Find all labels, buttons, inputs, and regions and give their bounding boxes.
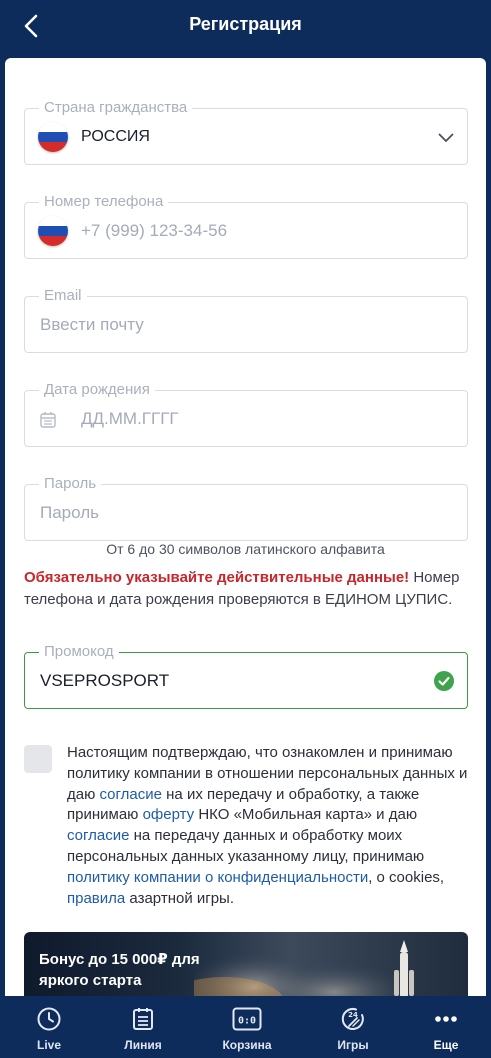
nav-item-live[interactable]: Live (0, 996, 98, 1058)
phone-label: Номер телефона (39, 192, 169, 212)
nav-label-more: Еще (433, 1038, 459, 1052)
rules-link[interactable]: правила (67, 890, 125, 907)
games-24-7-icon: 24 (341, 1008, 364, 1030)
consent-link[interactable]: согласие (100, 786, 162, 803)
consent-text: Настоящим подтверждаю, что ознакомлен и … (67, 743, 477, 909)
password-field[interactable]: Пароль Пароль (24, 474, 468, 541)
scoreboard-icon: 0:0 (232, 1007, 262, 1031)
consent-checkbox[interactable] (24, 745, 52, 773)
nav-item-more[interactable]: Еще (397, 996, 491, 1058)
nav-item-cart[interactable]: 0:0 Корзина (198, 996, 296, 1058)
password-placeholder: Пароль (40, 503, 99, 522)
birthdate-label: Дата рождения (39, 380, 155, 400)
privacy-policy-link[interactable]: политику компании о конфиденциальности (67, 869, 368, 886)
russia-flag-icon (38, 122, 68, 152)
password-label: Пароль (39, 474, 102, 494)
page-title: Регистрация (189, 14, 302, 34)
clock-icon (37, 1007, 61, 1031)
consent-part: НКО «Мобильная карта» и даю (194, 806, 418, 824)
email-field[interactable]: Email Ввести почту (24, 286, 468, 353)
country-label: Страна гражданства (39, 98, 193, 118)
warning-bold: Обязательно указывайте действительные да… (24, 569, 410, 586)
check-circle-icon (434, 671, 454, 691)
nav-label-line: Линия (124, 1038, 162, 1052)
phone-placeholder: +7 (999) 123-34-56 (81, 221, 228, 240)
country-select[interactable]: Страна гражданства РОССИЯ (24, 98, 468, 165)
nav-item-games[interactable]: 24 Игры (304, 996, 402, 1058)
app-header: Регистрация (0, 0, 491, 52)
promo-field[interactable]: Промокод VSEPROSPORT (24, 642, 468, 709)
nav-label-games: Игры (337, 1038, 369, 1052)
password-hint: От 6 до 30 символов латинского алфавита (106, 541, 385, 557)
birthdate-field[interactable]: Дата рождения ДД.ММ.ГГГГ (24, 380, 468, 447)
nav-label-cart: Корзина (222, 1038, 272, 1052)
phone-field[interactable]: Номер телефона +7 (999) 123-34-56 (24, 192, 468, 259)
svg-text:0:0: 0:0 (238, 1016, 256, 1027)
russia-flag-icon (38, 216, 68, 246)
more-dots-icon (435, 1016, 457, 1022)
offer-link[interactable]: оферту (143, 806, 195, 823)
email-label: Email (39, 286, 87, 306)
consent-part: азартной игры. (125, 889, 235, 907)
banner-title: Бонус до 15 000₽ для яркого старта (39, 951, 200, 989)
nav-item-line[interactable]: Линия (94, 996, 192, 1058)
country-value: РОССИЯ (81, 128, 150, 145)
consent-link-2[interactable]: согласие (67, 827, 129, 844)
birthdate-placeholder: ДД.ММ.ГГГГ (81, 409, 179, 428)
calendar-icon (40, 412, 56, 428)
consent-part: , о cookies, (368, 868, 445, 886)
chevron-down-icon (438, 133, 454, 143)
nav-label-live: Live (36, 1038, 61, 1052)
list-calendar-icon (133, 1008, 153, 1030)
registration-form: Страна гражданства РОССИЯ Номер телефона… (5, 58, 486, 1058)
bottom-navigation: Live Линия 0:0 Корзина 24 Игры Еще (0, 996, 491, 1058)
data-warning: Обязательно указывайте действительные да… (24, 567, 474, 611)
promo-label: Промокод (39, 642, 119, 662)
email-placeholder: Ввести почту (40, 315, 144, 334)
promo-value: VSEPROSPORT (40, 671, 170, 690)
